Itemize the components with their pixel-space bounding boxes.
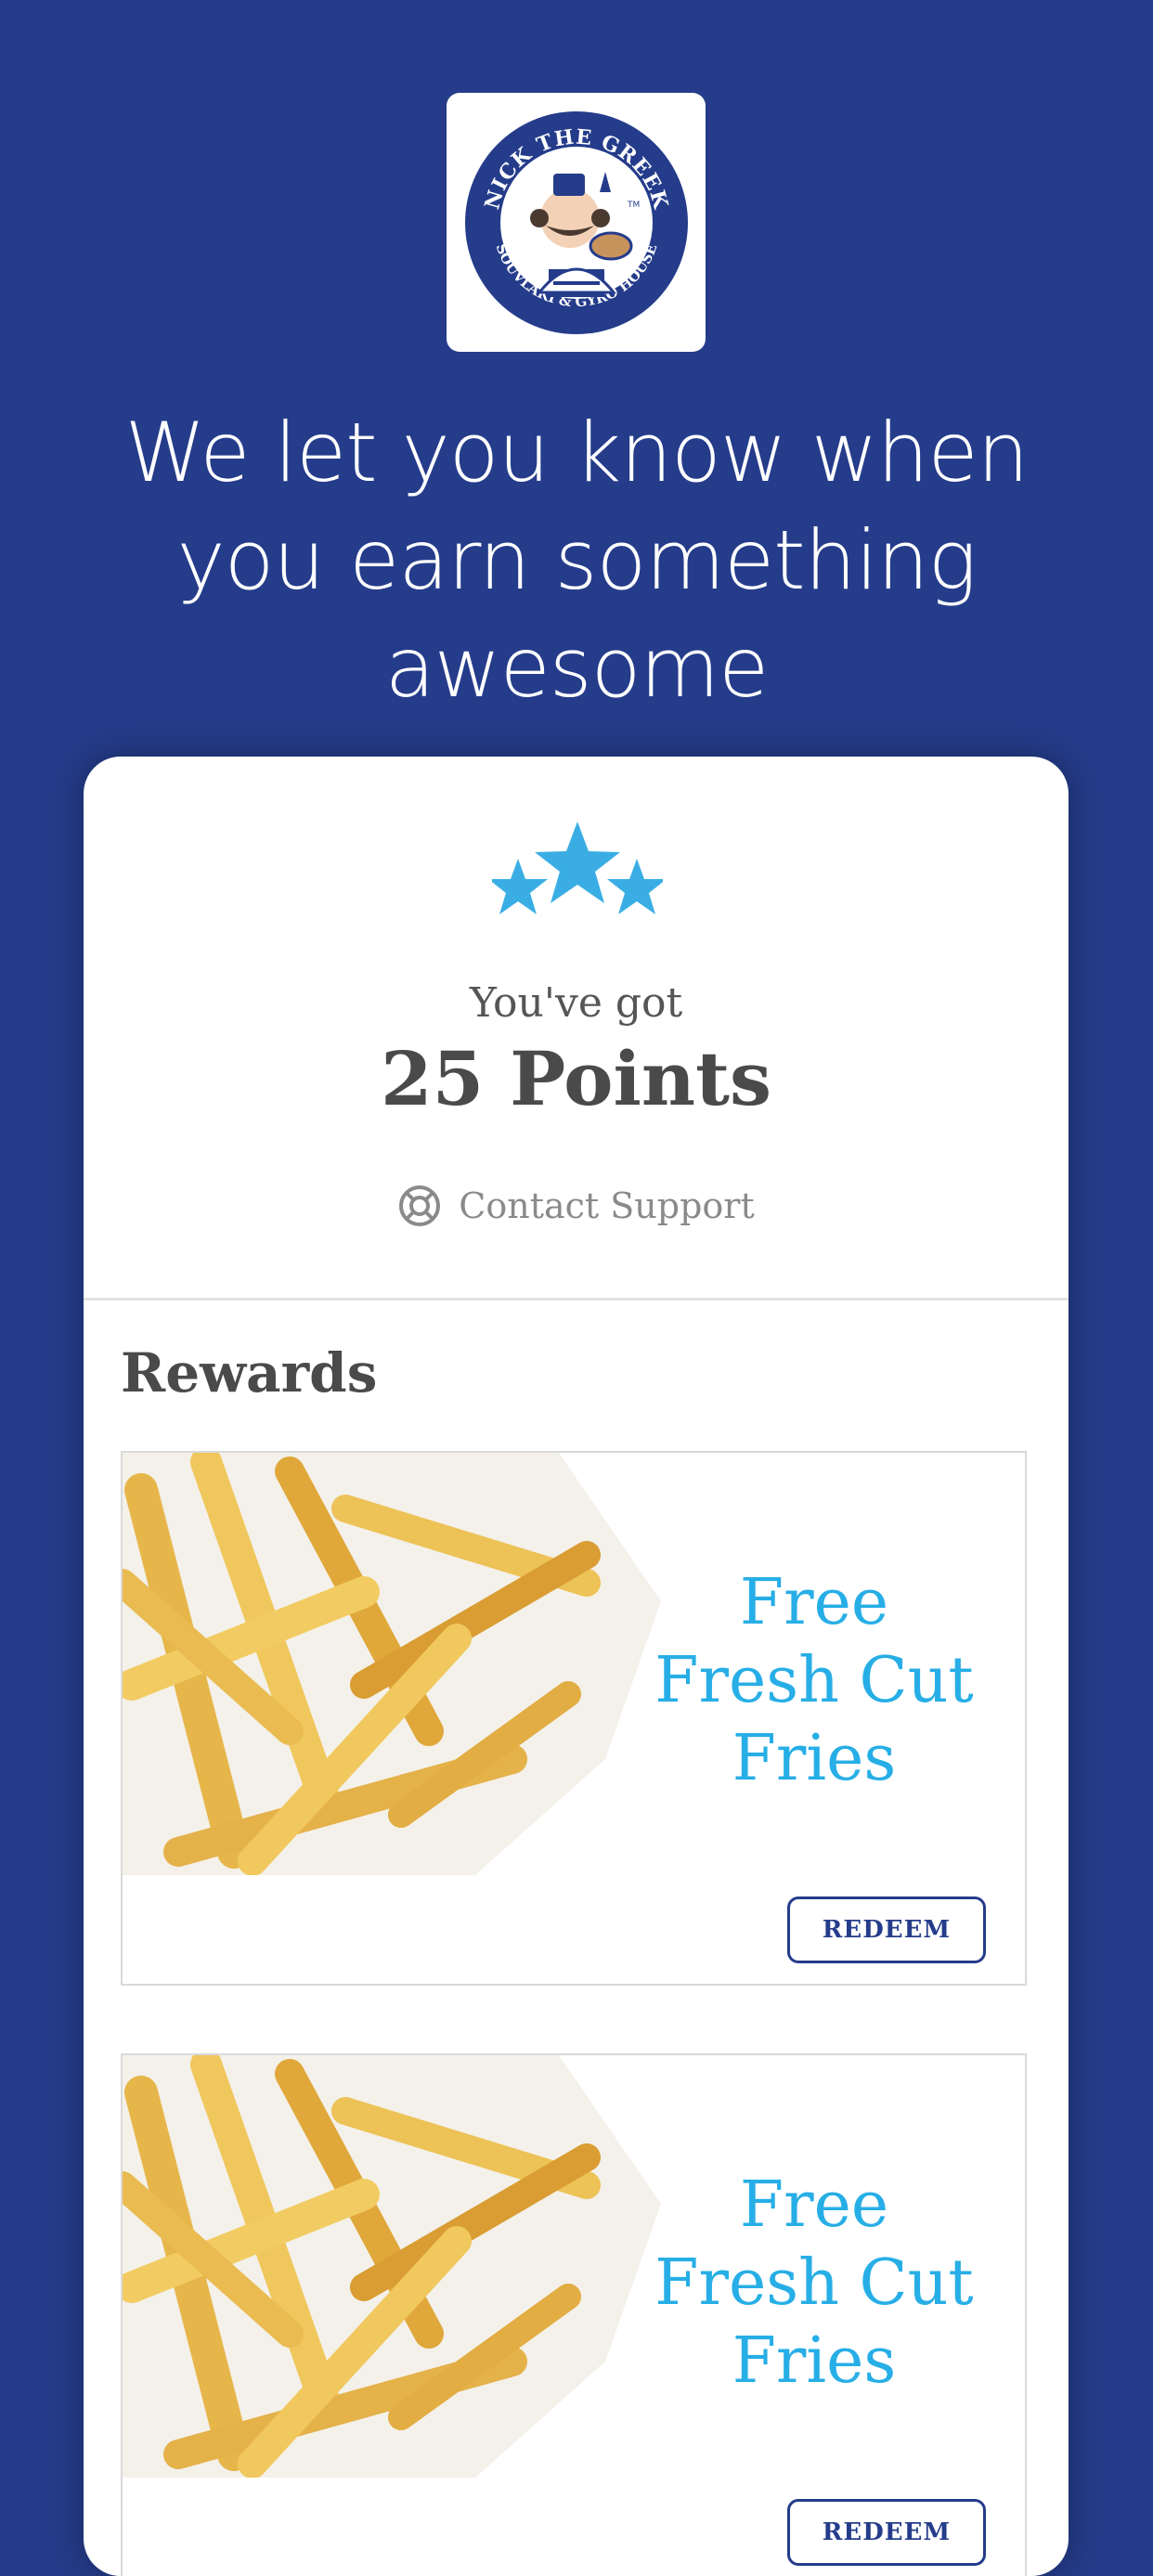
section-divider — [84, 1298, 1069, 1301]
lifebuoy-icon — [399, 1185, 441, 1226]
loyalty-card: You've got 25 Points Contact Support Rew… — [84, 757, 1069, 2576]
reward-title-line: Free — [739, 2168, 889, 2242]
reward-title-line: Free — [739, 1566, 889, 1639]
stars-icon — [492, 822, 663, 914]
redeem-button[interactable]: REDEEM — [787, 2499, 986, 2566]
contact-support-label: Contact Support — [459, 1185, 755, 1226]
fries-photo — [123, 1453, 661, 1875]
rewards-heading: Rewards — [121, 1341, 378, 1405]
reward-title: Free Fresh Cut Fries — [624, 1564, 1004, 1798]
reward-title-line: Fresh Cut — [654, 2246, 974, 2320]
fries-photo — [123, 2055, 661, 2478]
contact-support-link[interactable]: Contact Support — [84, 1184, 1069, 1228]
redeem-button[interactable]: REDEEM — [787, 1896, 986, 1963]
reward-title-line: Fresh Cut — [654, 1644, 974, 1717]
onboarding-headline: We let you know when you earn something … — [124, 405, 1030, 716]
reward-title-line: Fries — [732, 1722, 897, 1795]
points-value: 25 Points — [380, 1035, 772, 1122]
brand-logo-emblem: NICK THE GREEK SOUVLAKI & GYRO HOUSE TM — [464, 110, 688, 334]
reward-card[interactable]: Free Fresh Cut Fries REDEEM — [121, 1451, 1027, 1986]
brand-logo: NICK THE GREEK SOUVLAKI & GYRO HOUSE TM — [447, 93, 706, 352]
points-caption: You've got — [469, 979, 683, 1027]
reward-card[interactable]: Free Fresh Cut Fries REDEEM — [121, 2053, 1027, 2576]
reward-title-line: Fries — [732, 2324, 897, 2398]
reward-title: Free Fresh Cut Fries — [624, 2167, 1004, 2401]
logo-tm: TM — [627, 201, 640, 210]
